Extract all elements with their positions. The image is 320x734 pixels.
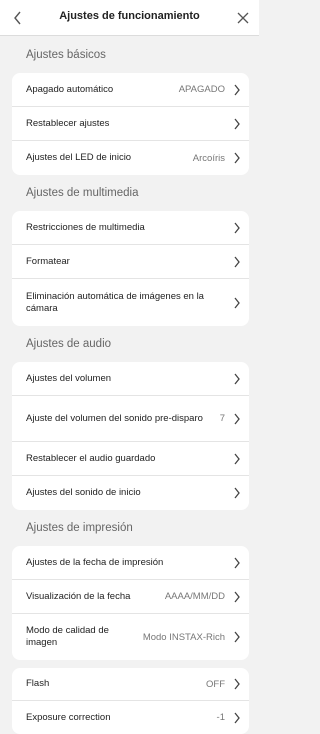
chevron-right-icon xyxy=(234,84,240,95)
row-auto-power-off[interactable]: Apagado automático APAGADO xyxy=(12,73,249,107)
row-label: Ajustes de la fecha de impresión xyxy=(26,556,164,568)
section-title-basic: Ajustes básicos xyxy=(26,49,106,61)
chevron-right-icon xyxy=(234,152,240,164)
row-startup-sound[interactable]: Ajustes del sonido de inicio xyxy=(12,476,249,510)
row-reset-settings[interactable]: Restablecer ajustes xyxy=(12,107,249,141)
back-chevron-icon[interactable] xyxy=(7,8,27,28)
row-value: APAGADO xyxy=(178,84,225,95)
row-exposure-correction[interactable]: Exposure correction -1 xyxy=(12,701,249,734)
row-value: OFF xyxy=(206,678,225,690)
row-print-date-settings[interactable]: Ajustes de la fecha de impresión xyxy=(12,546,249,580)
row-label: Apagado automático xyxy=(26,83,114,95)
row-label: Modo de calidad de imagen xyxy=(26,625,109,648)
row-media-restrictions[interactable]: Restricciones de multimedia xyxy=(12,211,249,245)
row-label: Ajustes del volumen xyxy=(26,372,112,384)
card-basic: Apagado automático APAGADO Restablecer a… xyxy=(12,73,249,175)
close-icon[interactable] xyxy=(233,8,253,28)
card-audio: Ajustes del volumen Ajuste del volumen d… xyxy=(12,362,249,510)
row-auto-delete-images[interactable]: Eliminación automática de imágenes en la… xyxy=(12,279,249,326)
chevron-right-icon xyxy=(234,297,240,308)
chevron-right-icon xyxy=(234,373,240,384)
chevron-right-icon xyxy=(234,631,240,643)
row-label: Restablecer el audio guardado xyxy=(26,452,156,464)
row-label: Ajuste del volumen del sonido pre-dispar… xyxy=(26,412,203,424)
chevron-right-icon xyxy=(234,256,240,267)
row-label: Ajustes del sonido de inicio xyxy=(26,487,141,498)
page-title: Ajustes de funcionamiento xyxy=(59,10,200,22)
row-value: 7 xyxy=(219,413,225,424)
chevron-right-icon xyxy=(234,591,240,602)
row-label: Restablecer ajustes xyxy=(26,117,110,129)
row-date-display[interactable]: Visualización de la fecha AAAA/MM/DD xyxy=(12,580,249,614)
section-title-print: Ajustes de impresión xyxy=(26,522,133,534)
row-label: Ajustes del LED de inicio xyxy=(26,152,132,163)
row-pre-shot-volume[interactable]: Ajuste del volumen del sonido pre-dispar… xyxy=(12,396,249,442)
row-label: Visualización de la fecha xyxy=(26,590,131,602)
card-media: Restricciones de multimedia Formatear El… xyxy=(12,211,249,326)
row-image-quality-mode[interactable]: Modo de calidad de imagen Modo INSTAX-Ri… xyxy=(12,614,249,660)
row-format[interactable]: Formatear xyxy=(12,245,249,279)
row-label: Exposure correction xyxy=(26,711,111,723)
chevron-right-icon xyxy=(234,557,240,568)
row-label: Restricciones de multimedia xyxy=(26,221,145,233)
chevron-right-icon xyxy=(234,453,240,464)
row-label: Eliminación automática de imágenes en la… xyxy=(26,290,204,314)
chevron-right-icon xyxy=(234,487,240,499)
row-value: Arcoíris xyxy=(192,152,225,164)
section-title-media: Ajustes de multimedia xyxy=(26,187,139,199)
row-label: Flash xyxy=(26,678,50,689)
row-value: -1 xyxy=(216,712,225,723)
section-title-audio: Ajustes de audio xyxy=(26,338,112,350)
chevron-right-icon xyxy=(234,222,240,233)
header: Ajustes de funcionamiento xyxy=(0,0,259,36)
row-volume-settings[interactable]: Ajustes del volumen xyxy=(12,362,249,396)
row-value: Modo INSTAX-Rich xyxy=(142,631,225,643)
chevron-right-icon xyxy=(234,413,240,424)
card-extra: Flash OFF Exposure correction -1 xyxy=(12,668,249,734)
chevron-right-icon xyxy=(234,118,240,129)
row-value: AAAA/MM/DD xyxy=(164,591,225,602)
settings-list: Ajustes básicos Apagado automático APAGA… xyxy=(0,37,259,734)
row-flash[interactable]: Flash OFF xyxy=(12,668,249,701)
chevron-right-icon xyxy=(234,678,240,690)
card-print: Ajustes de la fecha de impresión Visuali… xyxy=(12,546,249,660)
row-reset-saved-audio[interactable]: Restablecer el audio guardado xyxy=(12,442,249,476)
row-startup-led[interactable]: Ajustes del LED de inicio Arcoíris xyxy=(12,141,249,175)
chevron-right-icon xyxy=(234,712,240,723)
row-label: Formatear xyxy=(26,255,70,267)
